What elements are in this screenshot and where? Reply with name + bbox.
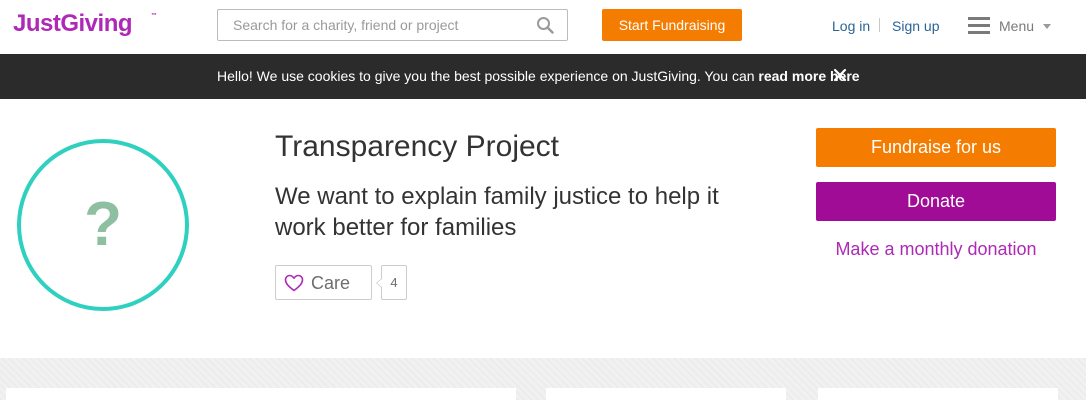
search-box [217,9,568,41]
logo-trademark: ™ [151,13,157,19]
avatar: ? [17,139,189,311]
signup-link[interactable]: Sign up [892,16,939,36]
care-label: Care [311,273,351,293]
content-area [0,358,1086,408]
fundraise-for-us-button[interactable]: Fundraise for us [816,128,1056,167]
hamburger-icon [968,17,990,35]
cookie-message-text: Hello! We use cookies to give you the be… [217,68,759,84]
heart-icon [284,274,304,292]
page-title: Transparency Project [275,130,560,163]
charity-profile: ? Transparency Project We want to explai… [0,99,1086,358]
chevron-down-icon [1043,24,1051,29]
nav-divider [879,18,880,32]
content-card [818,388,1058,408]
cookie-message: Hello! We use cookies to give you the be… [217,66,860,86]
monthly-donation-link[interactable]: Make a monthly donation [816,238,1056,260]
start-fundraising-button[interactable]: Start Fundraising [602,9,742,41]
justgiving-logo[interactable]: JustGiving [13,9,133,39]
menu-label: Menu [999,18,1035,34]
search-input[interactable] [218,10,528,40]
content-card [6,388,516,408]
care-button[interactable]: Care [275,265,372,300]
care-count: 4 [376,265,407,300]
menu-button[interactable]: Menu [968,14,1058,38]
top-nav: JustGiving ™ Start Fundraising Log in Si… [0,0,1086,54]
content-card [546,388,786,408]
charity-tagline: We want to explain family justice to hel… [275,183,719,241]
cookie-banner: Hello! We use cookies to give you the be… [0,54,1086,99]
donate-button[interactable]: Donate [816,182,1056,221]
login-link[interactable]: Log in [832,16,870,36]
question-mark-icon: ? [84,190,122,259]
close-icon[interactable] [832,67,848,83]
search-icon[interactable] [536,16,554,34]
